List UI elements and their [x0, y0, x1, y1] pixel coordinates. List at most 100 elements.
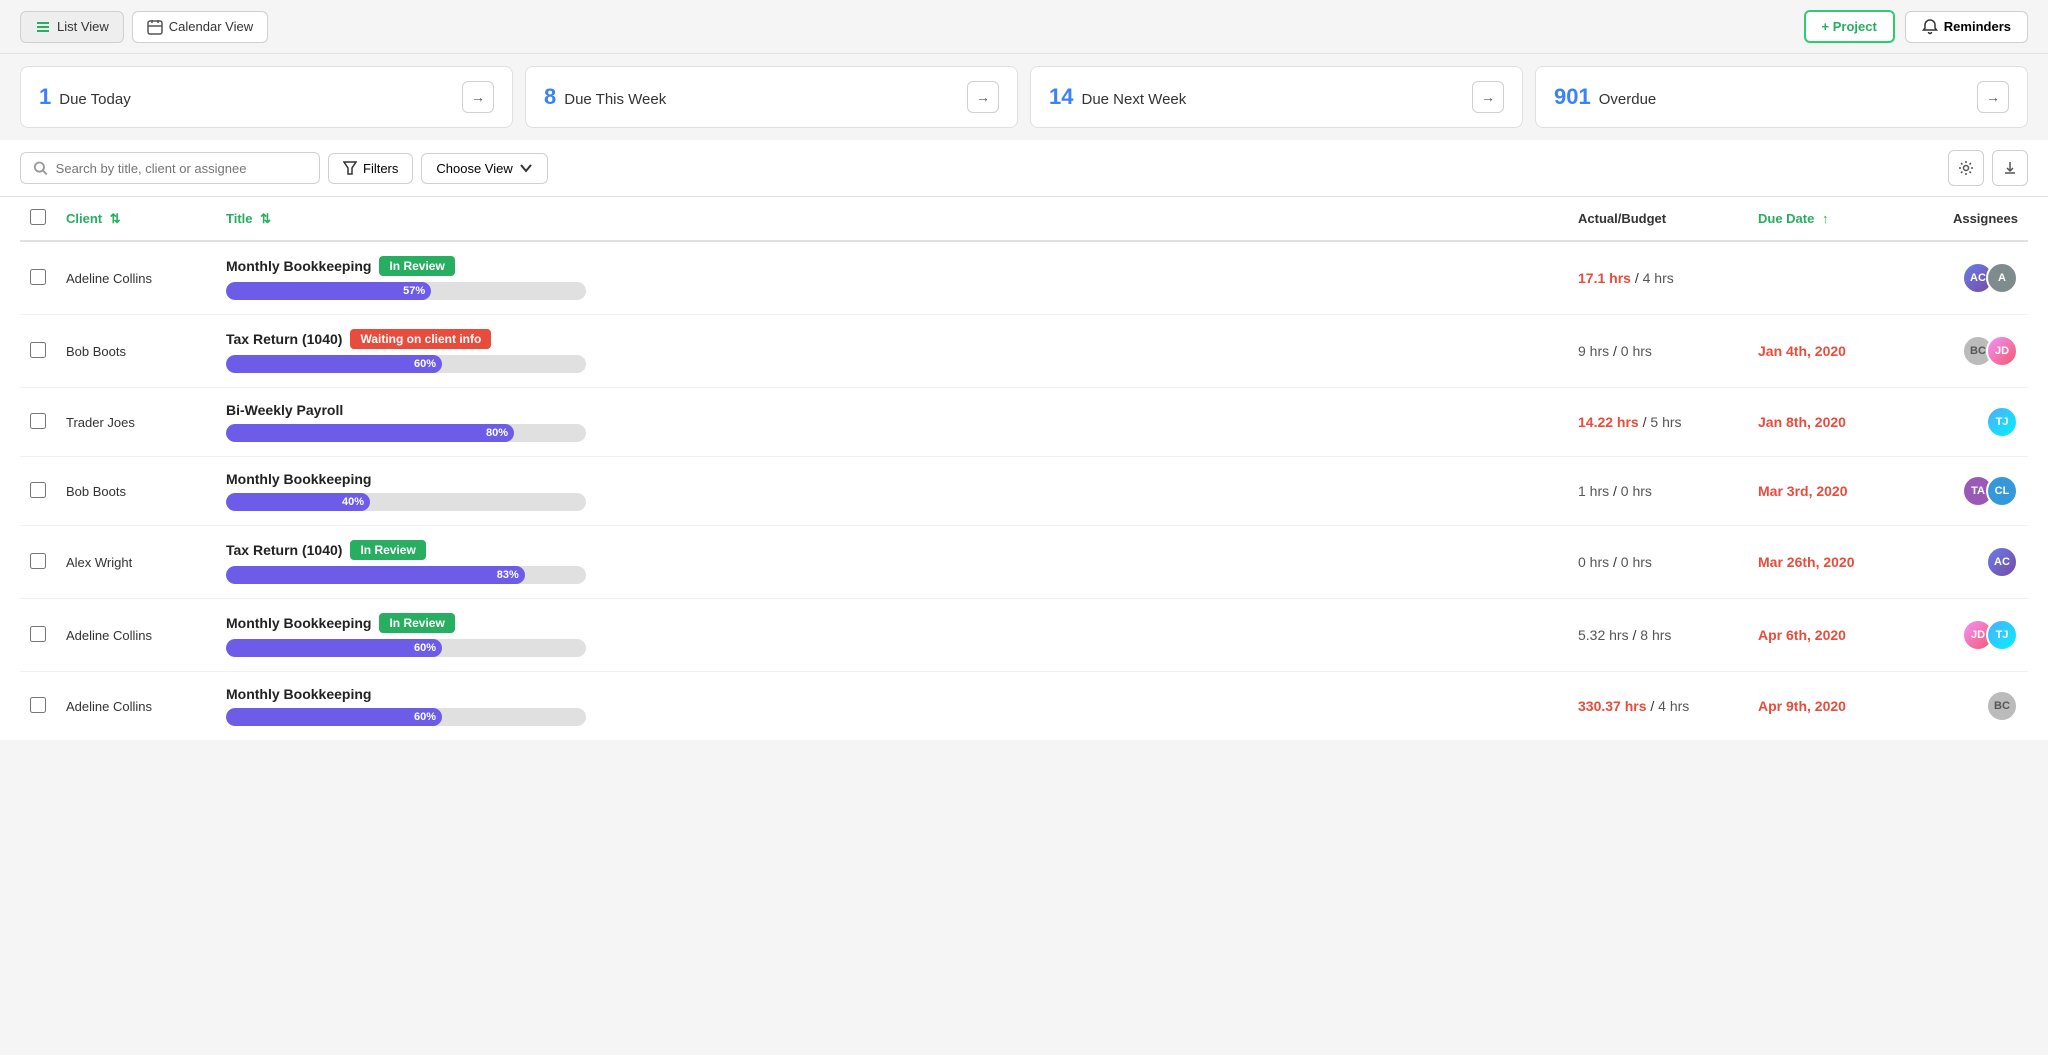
budget-cell: 5.32 hrs / 8 hrs — [1568, 599, 1748, 672]
progress-percentage: 60% — [414, 711, 436, 723]
reminders-button[interactable]: Reminders — [1905, 11, 2028, 43]
task-title-text: Bi-Weekly Payroll — [226, 402, 343, 418]
due-date-text: Jan 4th, 2020 — [1758, 343, 1846, 359]
view-buttons: List View Calendar View — [20, 11, 268, 43]
assignees-list: BCJD — [1918, 335, 2018, 367]
download-button[interactable] — [1992, 150, 2028, 186]
assignees-cell: AC — [1908, 526, 2028, 599]
progress-percentage: 60% — [414, 642, 436, 654]
due-date-cell: Mar 26th, 2020 — [1748, 526, 1908, 599]
budget-cell: 1 hrs / 0 hrs — [1568, 457, 1748, 526]
search-input[interactable] — [56, 161, 307, 176]
table-row: Bob BootsTax Return (1040)Waiting on cli… — [20, 315, 2028, 388]
due-date-sort-icon: ↑ — [1822, 211, 1829, 226]
assignees-cell: JDTJ — [1908, 599, 2028, 672]
assignees-list: TACL — [1918, 475, 2018, 507]
filters-button[interactable]: Filters — [328, 153, 413, 184]
progress-bar-fill: 60% — [226, 355, 442, 373]
progress-bar-fill: 83% — [226, 566, 525, 584]
client-cell: Adeline Collins — [56, 241, 216, 315]
calendar-icon — [147, 19, 163, 35]
client-cell: Alex Wright — [56, 526, 216, 599]
assignees-cell: BCJD — [1908, 315, 2028, 388]
task-title-text: Monthly Bookkeeping — [226, 471, 371, 487]
tasks-table-container: Client ⇅ Title ⇅ Actual/Budget Due Date … — [0, 197, 2048, 740]
actual-hours: 0 hrs — [1578, 554, 1609, 570]
due-next-week-count: 14 — [1049, 84, 1073, 110]
progress-bar-fill: 80% — [226, 424, 514, 442]
title-cell[interactable]: Monthly Bookkeeping In Review 57% — [216, 241, 1568, 315]
progress-percentage: 40% — [342, 496, 364, 508]
row-checkbox[interactable] — [30, 342, 46, 358]
client-cell: Trader Joes — [56, 388, 216, 457]
client-cell: Adeline Collins — [56, 672, 216, 741]
due-next-week-label: Due Next Week — [1081, 91, 1186, 108]
row-checkbox[interactable] — [30, 413, 46, 429]
summary-card-due-this-week[interactable]: 8 Due This Week → — [525, 66, 1018, 128]
table-row: Adeline CollinsMonthly Bookkeeping60%330… — [20, 672, 2028, 741]
budget-hours: 8 hrs — [1640, 627, 1671, 643]
progress-bar-fill: 60% — [226, 708, 442, 726]
budget-column-header: Actual/Budget — [1568, 197, 1748, 241]
due-date-cell: Apr 6th, 2020 — [1748, 599, 1908, 672]
client-column-header[interactable]: Client ⇅ — [56, 197, 216, 241]
row-checkbox[interactable] — [30, 269, 46, 285]
title-cell[interactable]: Bi-Weekly Payroll 80% — [216, 388, 1568, 457]
task-status-badge: In Review — [350, 540, 425, 560]
budget-hours: 0 hrs — [1621, 554, 1652, 570]
avatar: AC — [1986, 546, 2018, 578]
budget-hours: 4 hrs — [1658, 698, 1689, 714]
calendar-view-button[interactable]: Calendar View — [132, 11, 268, 43]
task-title-text: Monthly Bookkeeping — [226, 258, 371, 274]
task-title-text: Monthly Bookkeeping — [226, 686, 371, 702]
due-date-column-header[interactable]: Due Date ↑ — [1748, 197, 1908, 241]
task-title-text: Tax Return (1040) — [226, 331, 342, 347]
row-checkbox[interactable] — [30, 626, 46, 642]
overdue-count: 901 — [1554, 84, 1591, 110]
overdue-arrow[interactable]: → — [1977, 81, 2009, 113]
summary-card-overdue[interactable]: 901 Overdue → — [1535, 66, 2028, 128]
row-checkbox[interactable] — [30, 482, 46, 498]
title-cell[interactable]: Tax Return (1040)In Review83% — [216, 526, 1568, 599]
list-icon — [35, 19, 51, 35]
title-cell[interactable]: Monthly Bookkeeping 40% — [216, 457, 1568, 526]
due-date-text: Apr 9th, 2020 — [1758, 698, 1846, 714]
settings-button[interactable] — [1948, 150, 1984, 186]
gear-icon — [1958, 160, 1974, 176]
search-box[interactable] — [20, 152, 320, 184]
budget-cell: 9 hrs / 0 hrs — [1568, 315, 1748, 388]
avatar: TJ — [1986, 406, 2018, 438]
title-sort-icon: ⇅ — [260, 211, 271, 226]
search-icon — [33, 160, 48, 176]
list-view-button[interactable]: List View — [20, 11, 124, 43]
row-checkbox[interactable] — [30, 697, 46, 713]
summary-card-due-today[interactable]: 1 Due Today → — [20, 66, 513, 128]
row-checkbox[interactable] — [30, 553, 46, 569]
client-name: Adeline Collins — [66, 271, 152, 286]
progress-bar: 60% — [226, 355, 586, 373]
title-cell[interactable]: Monthly Bookkeeping 60% — [216, 672, 1568, 741]
due-today-arrow[interactable]: → — [462, 81, 494, 113]
title-column-header[interactable]: Title ⇅ — [216, 197, 1568, 241]
progress-percentage: 60% — [414, 358, 436, 370]
choose-view-button[interactable]: Choose View — [421, 153, 547, 184]
progress-bar-fill: 57% — [226, 282, 431, 300]
title-cell[interactable]: Monthly BookkeepingIn Review60% — [216, 599, 1568, 672]
overdue-label: Overdue — [1599, 91, 1657, 108]
task-status-badge: In Review — [379, 613, 454, 633]
table-row: Bob BootsMonthly Bookkeeping40%1 hrs / 0… — [20, 457, 2028, 526]
actual-hours: 1 hrs — [1578, 483, 1609, 499]
task-status-badge: In Review — [379, 256, 454, 276]
add-project-button[interactable]: + Project — [1804, 10, 1895, 43]
due-date-cell: Apr 9th, 2020 — [1748, 672, 1908, 741]
actual-hours: 17.1 hrs — [1578, 270, 1631, 286]
budget-cell: 0 hrs / 0 hrs — [1568, 526, 1748, 599]
due-this-week-arrow[interactable]: → — [967, 81, 999, 113]
select-all-checkbox[interactable] — [30, 209, 46, 225]
due-date-cell — [1748, 241, 1908, 315]
avatar: JD — [1986, 335, 2018, 367]
actual-hours: 14.22 hrs — [1578, 414, 1639, 430]
summary-card-due-next-week[interactable]: 14 Due Next Week → — [1030, 66, 1523, 128]
due-next-week-arrow[interactable]: → — [1472, 81, 1504, 113]
title-cell[interactable]: Tax Return (1040)Waiting on client info6… — [216, 315, 1568, 388]
